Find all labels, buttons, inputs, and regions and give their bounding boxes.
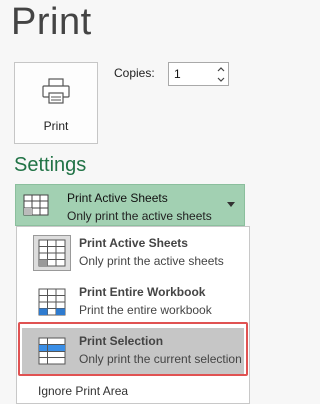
active-sheets-icon [33,235,71,271]
printer-icon [42,78,70,104]
print-what-dropdown[interactable]: Print Active Sheets Only print the activ… [15,184,245,226]
copies-value: 1 [174,67,181,81]
ignore-print-area-item[interactable]: Ignore Print Area [38,384,128,398]
copies-input[interactable]: 1 [168,62,229,86]
active-sheets-icon [23,194,49,216]
workbook-icon [38,288,66,316]
menu-item-print-active-sheets[interactable]: Print Active Sheets Only print the activ… [22,230,244,276]
option-subtitle: Print the entire workbook [79,303,212,317]
option-title: Print Active Sheets [79,236,188,250]
spin-down-icon[interactable] [215,74,227,84]
spin-up-icon[interactable] [215,64,227,74]
menu-item-print-entire-workbook[interactable]: Print Entire Workbook Print the entire w… [22,279,244,325]
print-button[interactable]: Print [14,62,98,144]
print-button-label: Print [43,119,69,133]
option-subtitle: Only print the active sheets [79,254,224,268]
option-title: Print Entire Workbook [79,285,206,299]
page-title: Print [11,1,92,43]
chevron-down-icon [227,202,235,207]
selection-highlight-outline [18,322,248,376]
print-what-menu: Print Active Sheets Only print the activ… [16,226,250,404]
settings-heading: Settings [14,154,87,176]
selected-option-title: Print Active Sheets [67,191,168,205]
copies-label: Copies: [114,66,155,80]
selected-option-subtitle: Only print the active sheets [67,209,212,223]
